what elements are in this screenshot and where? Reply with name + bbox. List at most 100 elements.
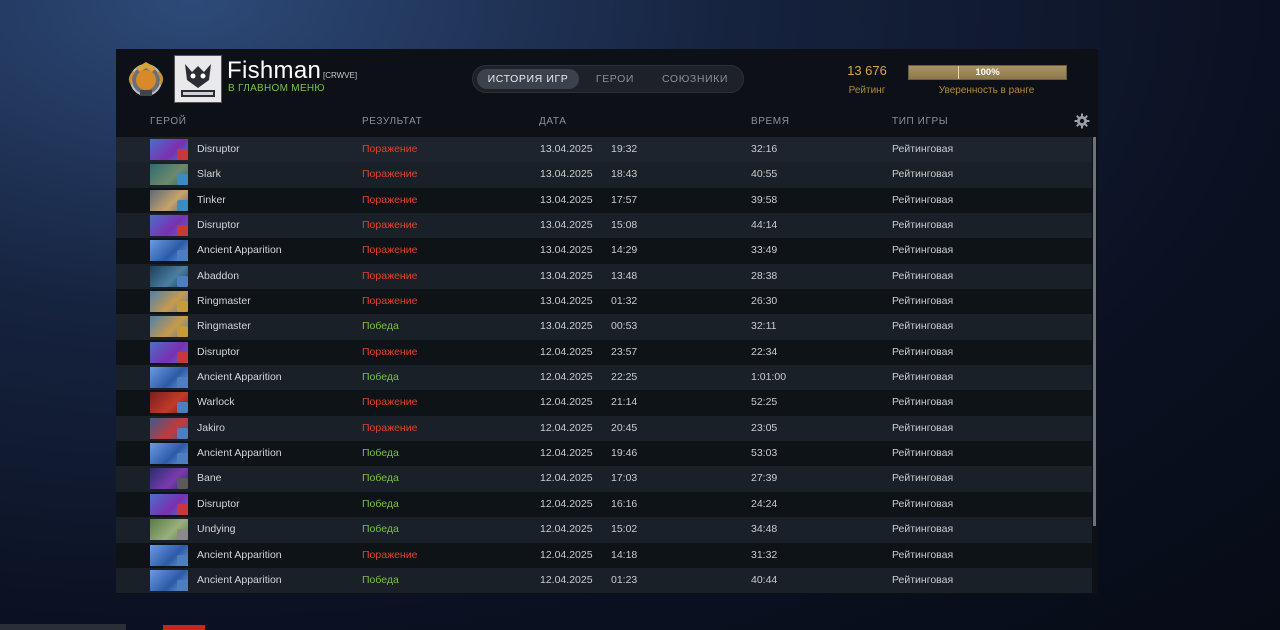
scrollbar[interactable] [1093, 137, 1096, 526]
match-result: Победа [362, 523, 399, 536]
column-header-result[interactable]: РЕЗУЛЬТАТ [362, 116, 422, 127]
hero-role-badge-icon [177, 427, 188, 439]
match-date: 13.04.2025 [540, 143, 593, 155]
match-game-type: Рейтинговая [892, 396, 954, 409]
hero-role-badge-icon [177, 174, 188, 186]
match-result: Победа [362, 371, 399, 384]
match-date: 13.04.2025 [540, 295, 593, 308]
match-result: Поражение [362, 421, 418, 434]
match-game-type: Рейтинговая [892, 345, 954, 358]
match-date: 12.04.2025 [540, 548, 593, 561]
match-duration: 23:05 [751, 421, 778, 434]
table-row[interactable]: Disruptor Победа 12.04.2025 16:16 24:24 Рейти… [116, 491, 1092, 518]
column-header-hero[interactable]: ГЕРОЙ [150, 116, 187, 127]
match-game-type: Рейтинговая [892, 320, 954, 333]
table-row[interactable]: Bane Победа 12.04.2025 17:03 27:39 Рейтингова… [116, 466, 1092, 492]
match-start-time: 23:57 [611, 345, 638, 358]
table-row[interactable]: Undying Победа 12.04.2025 15:02 34:48 Рейтинг… [116, 517, 1092, 543]
profile-header: Fishman [CRWVE] В ГЛАВНОМ МЕНЮ ИСТОРИЯ И… [116, 49, 1098, 111]
hero-name: Jakiro [197, 421, 226, 434]
match-start-time: 16:16 [611, 497, 638, 510]
column-header-game-type[interactable]: ТИП ИГРЫ [892, 116, 948, 127]
table-row[interactable]: Disruptor Поражение 13.04.2025 15:08 44:14 Ре… [116, 213, 1092, 239]
hero-portrait-icon [150, 240, 188, 262]
hero-portrait-icon [150, 316, 188, 338]
column-header-date[interactable]: ДАТА [539, 116, 567, 127]
table-row[interactable]: Jakiro Поражение 12.04.2025 20:45 23:05 Рейти… [116, 415, 1092, 442]
table-row[interactable]: Ancient Apparition Поражение 12.04.2025 14:… [116, 542, 1092, 568]
match-duration: 52:25 [751, 396, 778, 409]
hero-portrait-icon [150, 519, 188, 541]
hero-portrait-icon [150, 367, 188, 389]
match-date: 12.04.2025 [540, 447, 593, 460]
table-row[interactable]: Ringmaster Победа 13.04.2025 00:53 32:11 Рейт… [116, 314, 1092, 340]
rank-confidence-label: Уверенность в ранге [938, 85, 1035, 96]
hero-role-badge-icon [177, 377, 188, 389]
tab-heroes[interactable]: ГЕРОИ [581, 69, 649, 89]
match-duration: 53:03 [751, 447, 778, 460]
match-date: 13.04.2025 [540, 320, 593, 333]
match-duration: 26:30 [751, 295, 778, 308]
match-start-time: 19:32 [611, 143, 638, 155]
match-duration: 32:11 [751, 320, 777, 333]
hero-portrait-icon [150, 265, 188, 287]
match-game-type: Рейтинговая [892, 295, 954, 308]
match-game-type: Рейтинговая [892, 497, 954, 510]
hero-role-badge-icon [177, 326, 188, 338]
column-header-duration[interactable]: ВРЕМЯ [751, 116, 790, 127]
hero-role-badge-icon [177, 554, 188, 566]
rank-medal-icon[interactable] [124, 58, 168, 102]
match-game-type: Рейтинговая [892, 168, 954, 181]
match-duration: 40:55 [751, 168, 778, 181]
match-date: 13.04.2025 [540, 244, 593, 257]
table-row[interactable]: Disruptor Поражение 12.04.2025 23:57 22:34 Ре… [116, 339, 1092, 366]
table-row[interactable]: Warlock Поражение 12.04.2025 21:14 52:25 Рейт… [116, 390, 1092, 416]
hero-name: Tinker [197, 193, 226, 206]
match-result: Поражение [362, 244, 418, 257]
table-row[interactable]: Ancient Apparition Поражение 13.04.2025 14:… [116, 238, 1092, 264]
table-row[interactable]: Ancient Apparition Победа 12.04.2025 19:46 5… [116, 441, 1092, 467]
table-row[interactable]: Slark Поражение 13.04.2025 18:43 40:55 Рейтин… [116, 162, 1092, 188]
match-duration: 31:32 [751, 548, 778, 561]
hero-name: Warlock [197, 396, 235, 409]
gear-icon[interactable] [1074, 113, 1090, 129]
table-row[interactable]: Tinker Поражение 13.04.2025 17:57 39:58 Рейти… [116, 187, 1092, 214]
tab-match-history[interactable]: ИСТОРИЯ ИГР [477, 69, 579, 89]
match-game-type: Рейтинговая [892, 421, 954, 434]
match-date: 13.04.2025 [540, 219, 593, 232]
match-start-time: 00:53 [611, 320, 638, 333]
hero-name: Ancient Apparition [197, 244, 282, 257]
player-name[interactable]: Fishman [227, 57, 321, 85]
match-date: 12.04.2025 [540, 573, 593, 586]
match-date: 12.04.2025 [540, 371, 593, 384]
hero-role-badge-icon [177, 149, 188, 160]
match-result: Поражение [362, 269, 418, 282]
match-start-time: 20:45 [611, 421, 638, 434]
match-date: 12.04.2025 [540, 396, 593, 409]
match-duration: 1:01:00 [751, 371, 787, 384]
hero-portrait-icon [150, 468, 188, 490]
match-duration: 28:38 [751, 269, 778, 282]
match-start-time: 17:57 [611, 193, 638, 206]
hero-role-badge-icon [177, 453, 188, 465]
match-duration: 32:16 [751, 143, 778, 155]
tab-allies[interactable]: СОЮЗНИКИ [651, 69, 739, 89]
table-row[interactable]: Disruptor Поражение 13.04.2025 19:32 32:16 Ре… [116, 137, 1092, 163]
tab-bar: ИСТОРИЯ ИГР ГЕРОИ СОЮЗНИКИ [472, 65, 744, 93]
table-row[interactable]: Ancient Apparition Победа 12.04.2025 01:23 4… [116, 567, 1092, 594]
hero-role-badge-icon [177, 402, 188, 414]
taskbar-fragment [0, 624, 126, 630]
match-date: 12.04.2025 [540, 472, 593, 485]
hero-role-badge-icon [177, 225, 188, 237]
match-result: Поражение [362, 168, 418, 181]
avatar[interactable] [174, 55, 222, 103]
match-start-time: 01:32 [611, 295, 638, 308]
table-row[interactable]: Ancient Apparition Победа 12.04.2025 22:25 1… [116, 365, 1092, 391]
hero-role-badge-icon [177, 478, 188, 490]
rating-label: Рейтинг [848, 85, 886, 96]
match-date: 13.04.2025 [540, 193, 593, 206]
match-start-time: 17:03 [611, 472, 638, 485]
table-row[interactable]: Abaddon Поражение 13.04.2025 13:48 28:38 Рейт… [116, 263, 1092, 290]
table-row[interactable]: Ringmaster Поражение 13.04.2025 01:32 26:30 Р… [116, 289, 1092, 315]
match-start-time: 18:43 [611, 168, 638, 181]
